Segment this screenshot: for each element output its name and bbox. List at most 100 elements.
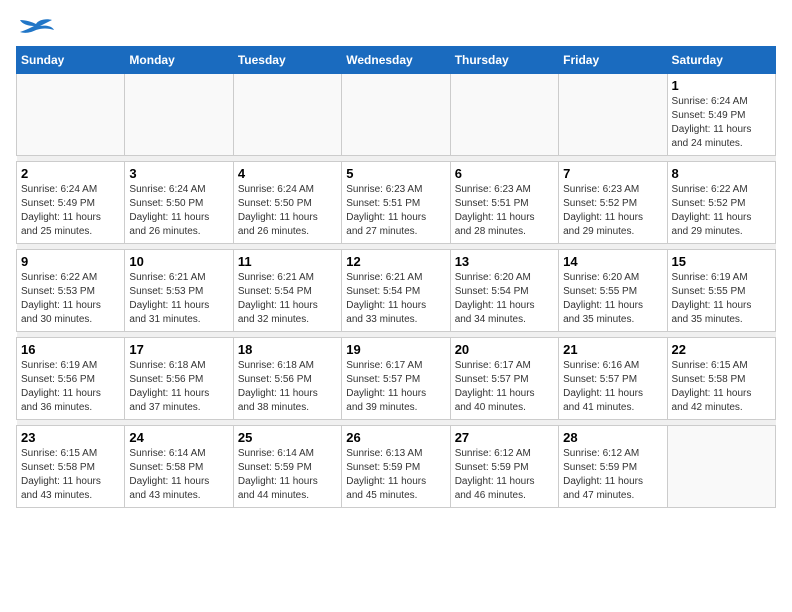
day-info: Sunrise: 6:15 AM Sunset: 5:58 PM Dayligh…	[21, 447, 120, 503]
calendar-day-cell: 9 Sunrise: 6:22 AM Sunset: 5:53 PM Daylig…	[17, 250, 125, 332]
calendar-day-cell: 13 Sunrise: 6:20 AM Sunset: 5:54 PM Dayli…	[450, 250, 558, 332]
day-info: Sunrise: 6:21 AM Sunset: 5:54 PM Dayligh…	[346, 271, 445, 327]
calendar-day-cell: 26 Sunrise: 6:13 AM Sunset: 5:59 PM Dayli…	[342, 426, 450, 508]
weekday-header-sunday: Sunday	[17, 47, 125, 74]
calendar-day-cell	[17, 74, 125, 156]
day-number: 16	[21, 342, 120, 357]
day-number: 20	[455, 342, 554, 357]
day-info: Sunrise: 6:12 AM Sunset: 5:59 PM Dayligh…	[563, 447, 662, 503]
day-info: Sunrise: 6:24 AM Sunset: 5:49 PM Dayligh…	[672, 95, 771, 151]
calendar-day-cell	[559, 74, 667, 156]
day-number: 1	[672, 78, 771, 93]
weekday-header-wednesday: Wednesday	[342, 47, 450, 74]
day-number: 15	[672, 254, 771, 269]
day-info: Sunrise: 6:20 AM Sunset: 5:54 PM Dayligh…	[455, 271, 554, 327]
calendar-day-cell	[233, 74, 341, 156]
calendar-day-cell: 11Sunrise: 6:21 AM Sunset: 5:54 PM Dayli…	[233, 250, 341, 332]
day-number: 21	[563, 342, 662, 357]
day-info: Sunrise: 6:14 AM Sunset: 5:59 PM Dayligh…	[238, 447, 337, 503]
weekday-header-tuesday: Tuesday	[233, 47, 341, 74]
calendar-day-cell: 27 Sunrise: 6:12 AM Sunset: 5:59 PM Dayli…	[450, 426, 558, 508]
calendar-day-cell: 16 Sunrise: 6:19 AM Sunset: 5:56 PM Dayli…	[17, 338, 125, 420]
day-info: Sunrise: 6:17 AM Sunset: 5:57 PM Dayligh…	[455, 359, 554, 415]
day-info: Sunrise: 6:23 AM Sunset: 5:52 PM Dayligh…	[563, 183, 662, 239]
calendar-day-cell: 7 Sunrise: 6:23 AM Sunset: 5:52 PM Daylig…	[559, 162, 667, 244]
calendar-day-cell	[125, 74, 233, 156]
calendar-day-cell: 12 Sunrise: 6:21 AM Sunset: 5:54 PM Dayli…	[342, 250, 450, 332]
day-number: 6	[455, 166, 554, 181]
calendar-day-cell: 5Sunrise: 6:23 AM Sunset: 5:51 PM Daylig…	[342, 162, 450, 244]
day-info: Sunrise: 6:13 AM Sunset: 5:59 PM Dayligh…	[346, 447, 445, 503]
day-info: Sunrise: 6:21 AM Sunset: 5:53 PM Dayligh…	[129, 271, 228, 327]
calendar-day-cell	[342, 74, 450, 156]
calendar-week-row: 9 Sunrise: 6:22 AM Sunset: 5:53 PM Daylig…	[17, 250, 776, 332]
calendar-day-cell: 25 Sunrise: 6:14 AM Sunset: 5:59 PM Dayli…	[233, 426, 341, 508]
day-number: 27	[455, 430, 554, 445]
calendar-day-cell: 14 Sunrise: 6:20 AM Sunset: 5:55 PM Dayli…	[559, 250, 667, 332]
day-info: Sunrise: 6:19 AM Sunset: 5:55 PM Dayligh…	[672, 271, 771, 327]
weekday-header-saturday: Saturday	[667, 47, 775, 74]
day-number: 4	[238, 166, 337, 181]
calendar-day-cell	[450, 74, 558, 156]
calendar-week-row: 1 Sunrise: 6:24 AM Sunset: 5:49 PM Daylig…	[17, 74, 776, 156]
day-number: 22	[672, 342, 771, 357]
day-number: 10	[129, 254, 228, 269]
calendar-day-cell: 28 Sunrise: 6:12 AM Sunset: 5:59 PM Dayli…	[559, 426, 667, 508]
day-number: 3	[129, 166, 228, 181]
day-info: Sunrise: 6:12 AM Sunset: 5:59 PM Dayligh…	[455, 447, 554, 503]
day-number: 14	[563, 254, 662, 269]
day-info: Sunrise: 6:24 AM Sunset: 5:49 PM Dayligh…	[21, 183, 120, 239]
day-info: Sunrise: 6:21 AM Sunset: 5:54 PM Dayligh…	[238, 271, 337, 327]
day-info: Sunrise: 6:18 AM Sunset: 5:56 PM Dayligh…	[129, 359, 228, 415]
calendar-day-cell: 1 Sunrise: 6:24 AM Sunset: 5:49 PM Daylig…	[667, 74, 775, 156]
day-info: Sunrise: 6:20 AM Sunset: 5:55 PM Dayligh…	[563, 271, 662, 327]
day-number: 2	[21, 166, 120, 181]
weekday-header-monday: Monday	[125, 47, 233, 74]
day-number: 24	[129, 430, 228, 445]
day-number: 28	[563, 430, 662, 445]
calendar-day-cell: 20 Sunrise: 6:17 AM Sunset: 5:57 PM Dayli…	[450, 338, 558, 420]
calendar-day-cell: 8Sunrise: 6:22 AM Sunset: 5:52 PM Daylig…	[667, 162, 775, 244]
day-number: 12	[346, 254, 445, 269]
day-number: 17	[129, 342, 228, 357]
calendar-day-cell: 4 Sunrise: 6:24 AM Sunset: 5:50 PM Daylig…	[233, 162, 341, 244]
calendar-header-row: SundayMondayTuesdayWednesdayThursdayFrid…	[17, 47, 776, 74]
day-number: 7	[563, 166, 662, 181]
day-info: Sunrise: 6:22 AM Sunset: 5:53 PM Dayligh…	[21, 271, 120, 327]
calendar-day-cell: 24 Sunrise: 6:14 AM Sunset: 5:58 PM Dayli…	[125, 426, 233, 508]
day-number: 5	[346, 166, 445, 181]
calendar-day-cell: 17 Sunrise: 6:18 AM Sunset: 5:56 PM Dayli…	[125, 338, 233, 420]
day-number: 26	[346, 430, 445, 445]
calendar-day-cell: 23Sunrise: 6:15 AM Sunset: 5:58 PM Dayli…	[17, 426, 125, 508]
day-number: 8	[672, 166, 771, 181]
calendar-day-cell: 15 Sunrise: 6:19 AM Sunset: 5:55 PM Dayli…	[667, 250, 775, 332]
day-info: Sunrise: 6:14 AM Sunset: 5:58 PM Dayligh…	[129, 447, 228, 503]
calendar-day-cell: 3 Sunrise: 6:24 AM Sunset: 5:50 PM Daylig…	[125, 162, 233, 244]
day-info: Sunrise: 6:16 AM Sunset: 5:57 PM Dayligh…	[563, 359, 662, 415]
calendar-day-cell: 10 Sunrise: 6:21 AM Sunset: 5:53 PM Dayli…	[125, 250, 233, 332]
weekday-header-friday: Friday	[559, 47, 667, 74]
calendar-week-row: 2 Sunrise: 6:24 AM Sunset: 5:49 PM Daylig…	[17, 162, 776, 244]
day-info: Sunrise: 6:24 AM Sunset: 5:50 PM Dayligh…	[129, 183, 228, 239]
calendar-day-cell: 21 Sunrise: 6:16 AM Sunset: 5:57 PM Dayli…	[559, 338, 667, 420]
day-number: 19	[346, 342, 445, 357]
day-info: Sunrise: 6:24 AM Sunset: 5:50 PM Dayligh…	[238, 183, 337, 239]
calendar-week-row: 16 Sunrise: 6:19 AM Sunset: 5:56 PM Dayli…	[17, 338, 776, 420]
calendar-day-cell: 18Sunrise: 6:18 AM Sunset: 5:56 PM Dayli…	[233, 338, 341, 420]
calendar-day-cell: 22 Sunrise: 6:15 AM Sunset: 5:58 PM Dayli…	[667, 338, 775, 420]
day-number: 25	[238, 430, 337, 445]
calendar-day-cell: 6Sunrise: 6:23 AM Sunset: 5:51 PM Daylig…	[450, 162, 558, 244]
day-number: 18	[238, 342, 337, 357]
calendar-table: SundayMondayTuesdayWednesdayThursdayFrid…	[16, 46, 776, 508]
weekday-header-thursday: Thursday	[450, 47, 558, 74]
logo	[16, 16, 54, 42]
calendar-day-cell: 2 Sunrise: 6:24 AM Sunset: 5:49 PM Daylig…	[17, 162, 125, 244]
day-number: 13	[455, 254, 554, 269]
day-number: 9	[21, 254, 120, 269]
calendar-day-cell	[667, 426, 775, 508]
logo-bird-icon	[18, 16, 54, 42]
page-header	[16, 16, 776, 42]
day-info: Sunrise: 6:17 AM Sunset: 5:57 PM Dayligh…	[346, 359, 445, 415]
day-info: Sunrise: 6:19 AM Sunset: 5:56 PM Dayligh…	[21, 359, 120, 415]
day-info: Sunrise: 6:15 AM Sunset: 5:58 PM Dayligh…	[672, 359, 771, 415]
